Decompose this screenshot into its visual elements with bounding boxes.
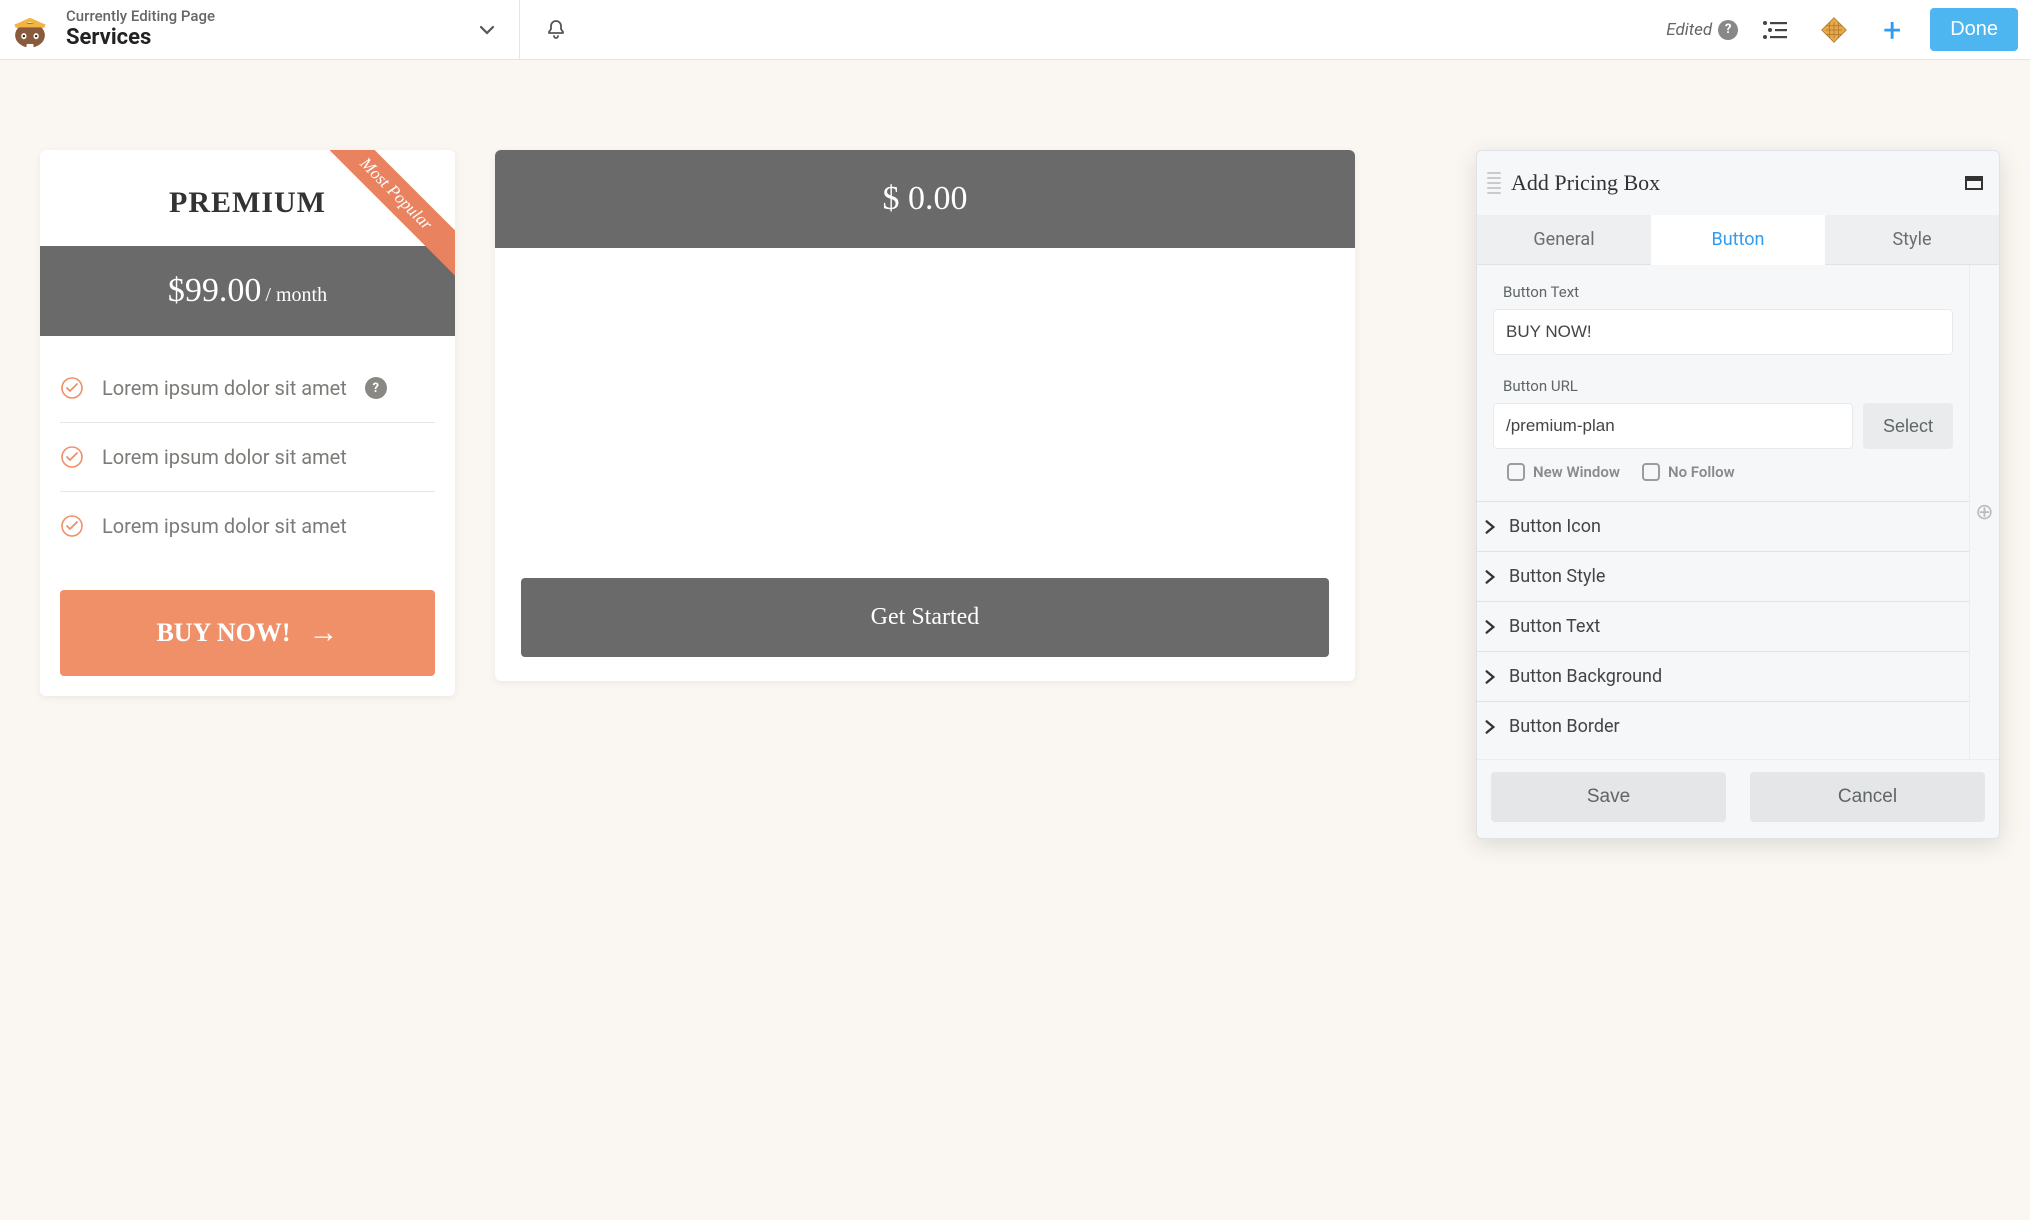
- feature-row: Lorem ipsum dolor sit amet ?: [60, 354, 435, 423]
- field-button-url: Button URL Select New Window No Follow: [1491, 359, 1955, 501]
- accordion-label: Button Icon: [1509, 516, 1601, 537]
- feature-help-icon[interactable]: ?: [365, 377, 387, 399]
- accordion-button-icon[interactable]: Button Icon: [1477, 501, 1969, 551]
- chevron-right-icon: [1481, 568, 1499, 586]
- new-window-label: New Window: [1533, 463, 1620, 481]
- add-content-button[interactable]: +: [1872, 10, 1912, 50]
- accordion-button-background[interactable]: Button Background: [1477, 651, 1969, 701]
- no-follow-checkbox[interactable]: No Follow: [1642, 463, 1735, 481]
- price-band: $ 0.00: [495, 150, 1355, 248]
- accordion-button-style[interactable]: Button Style: [1477, 551, 1969, 601]
- get-started-button[interactable]: Get Started: [521, 578, 1329, 657]
- cancel-button[interactable]: Cancel: [1750, 772, 1985, 822]
- bell-icon: [544, 18, 568, 42]
- done-button[interactable]: Done: [1930, 8, 2018, 51]
- accordion-button-text[interactable]: Button Text: [1477, 601, 1969, 651]
- topbar-left: Currently Editing Page Services: [0, 0, 520, 59]
- settings-panel: Add Pricing Box General Button Style But…: [1476, 150, 2000, 839]
- drag-handle-icon[interactable]: [1487, 165, 1501, 201]
- panel-header[interactable]: Add Pricing Box: [1477, 151, 1999, 215]
- waffle-icon: [1820, 16, 1848, 44]
- notifications-button[interactable]: [536, 10, 576, 50]
- select-url-button[interactable]: Select: [1863, 403, 1953, 449]
- no-follow-label: No Follow: [1668, 463, 1735, 481]
- pricing-box-basic[interactable]: $ 0.00 Get Started: [495, 150, 1355, 681]
- check-circle-icon: [60, 514, 84, 538]
- chevron-right-icon: [1481, 718, 1499, 736]
- checkbox-icon: [1642, 463, 1660, 481]
- feature-list: Lorem ipsum dolor sit amet ? Lorem ipsum…: [40, 336, 455, 570]
- tab-button[interactable]: Button: [1651, 215, 1825, 265]
- feature-text: Lorem ipsum dolor sit amet: [102, 445, 347, 469]
- feature-text: Lorem ipsum dolor sit amet: [102, 514, 347, 538]
- tab-general[interactable]: General: [1477, 215, 1651, 265]
- accordion-label: Button Background: [1509, 666, 1662, 687]
- tab-style[interactable]: Style: [1825, 215, 1999, 265]
- add-field-button[interactable]: ⊕: [1969, 265, 1999, 759]
- assistant-button[interactable]: [1814, 10, 1854, 50]
- button-text-input[interactable]: [1493, 309, 1953, 355]
- page-title: Services: [66, 25, 453, 50]
- check-circle-icon: [60, 376, 84, 400]
- editing-supertitle: Currently Editing Page: [66, 8, 453, 25]
- price-amount: $ 0.00: [883, 180, 968, 217]
- accordion-label: Button Border: [1509, 716, 1620, 737]
- accordion-label: Button Text: [1509, 616, 1600, 637]
- chevron-right-icon: [1481, 518, 1499, 536]
- topbar-mid: [520, 10, 592, 50]
- cta-label: BUY NOW!: [156, 618, 290, 648]
- panel-body: Button Text Button URL Select New Window: [1477, 265, 1999, 759]
- check-circle-icon: [60, 445, 84, 469]
- arrow-right-icon: →: [309, 618, 339, 648]
- price-band: $99.00 / month: [40, 246, 455, 336]
- feature-text: Lorem ipsum dolor sit amet: [102, 376, 347, 400]
- topbar-right: Edited ? + Done: [1666, 8, 2030, 51]
- page-title-block: Currently Editing Page Services: [66, 8, 453, 51]
- outline-button[interactable]: [1756, 10, 1796, 50]
- panel-title: Add Pricing Box: [1511, 170, 1965, 196]
- accordion-button-border[interactable]: Button Border: [1477, 701, 1969, 751]
- edited-status: Edited ?: [1666, 20, 1738, 40]
- panel-tabs: General Button Style: [1477, 215, 1999, 265]
- price-amount: $99.00: [168, 272, 262, 309]
- accordion-label: Button Style: [1509, 566, 1605, 587]
- plus-circle-icon: ⊕: [1975, 500, 1993, 525]
- field-button-text: Button Text: [1491, 265, 1955, 359]
- feature-row: Lorem ipsum dolor sit amet: [60, 423, 435, 492]
- chevron-right-icon: [1481, 618, 1499, 636]
- beaver-logo-icon: [8, 8, 52, 52]
- checkbox-icon: [1507, 463, 1525, 481]
- save-button[interactable]: Save: [1491, 772, 1726, 822]
- feature-row: Lorem ipsum dolor sit amet: [60, 492, 435, 560]
- editor-canvas: Most Popular PREMIUM $99.00 / month Lore…: [0, 60, 2030, 1220]
- chevron-right-icon: [1481, 668, 1499, 686]
- button-url-input[interactable]: [1493, 403, 1853, 449]
- buy-now-button[interactable]: BUY NOW! →: [60, 590, 435, 676]
- chevron-down-icon: [477, 20, 497, 40]
- card-footer: BUY NOW! →: [40, 570, 455, 696]
- panel-footer: Save Cancel: [1477, 759, 1999, 838]
- accordion-group: Button Icon Button Style Button Text But…: [1477, 501, 1969, 751]
- outline-icon: [1762, 19, 1790, 41]
- maximize-icon[interactable]: [1965, 176, 1983, 190]
- plus-icon: +: [1883, 14, 1901, 46]
- page-dropdown-button[interactable]: [467, 10, 507, 50]
- pricing-box-premium[interactable]: Most Popular PREMIUM $99.00 / month Lore…: [40, 150, 455, 696]
- price-period: / month: [265, 284, 327, 306]
- url-options-row: New Window No Follow: [1493, 449, 1953, 497]
- topbar: Currently Editing Page Services Edited ?: [0, 0, 2030, 60]
- button-text-label: Button Text: [1503, 283, 1953, 301]
- edited-help-icon[interactable]: ?: [1718, 20, 1738, 40]
- edited-label: Edited: [1666, 20, 1712, 40]
- button-url-label: Button URL: [1503, 377, 1953, 395]
- new-window-checkbox[interactable]: New Window: [1507, 463, 1620, 481]
- feature-list: [495, 248, 1355, 578]
- panel-scroll: Button Text Button URL Select New Window: [1477, 265, 1969, 759]
